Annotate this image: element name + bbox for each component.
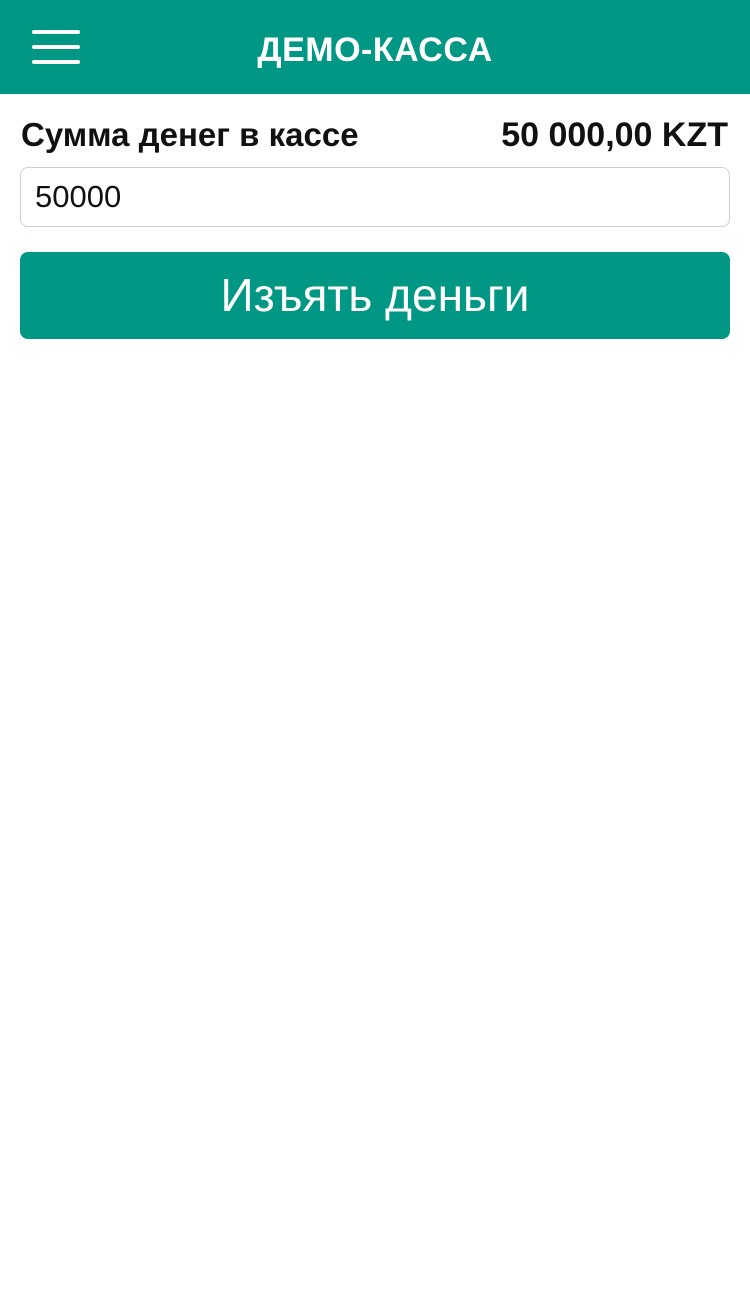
cash-balance-label: Сумма денег в кассе — [21, 116, 359, 153]
cash-balance-amount: 50 000,00 KZT — [501, 116, 728, 154]
app-bar: ДЕМО-КАССА — [0, 0, 750, 94]
cash-balance-row: Сумма денег в кассе 50 000,00 KZT — [20, 110, 730, 160]
withdraw-amount-input[interactable] — [20, 167, 730, 227]
withdraw-money-button[interactable]: Изъять деньги — [20, 252, 730, 339]
menu-icon-bar — [32, 45, 80, 49]
menu-icon-bar — [32, 30, 80, 34]
app-title: ДЕМО-КАССА — [257, 31, 493, 69]
menu-button[interactable] — [22, 17, 88, 77]
hamburger-menu-icon — [32, 30, 80, 66]
menu-icon-bar — [32, 60, 80, 64]
